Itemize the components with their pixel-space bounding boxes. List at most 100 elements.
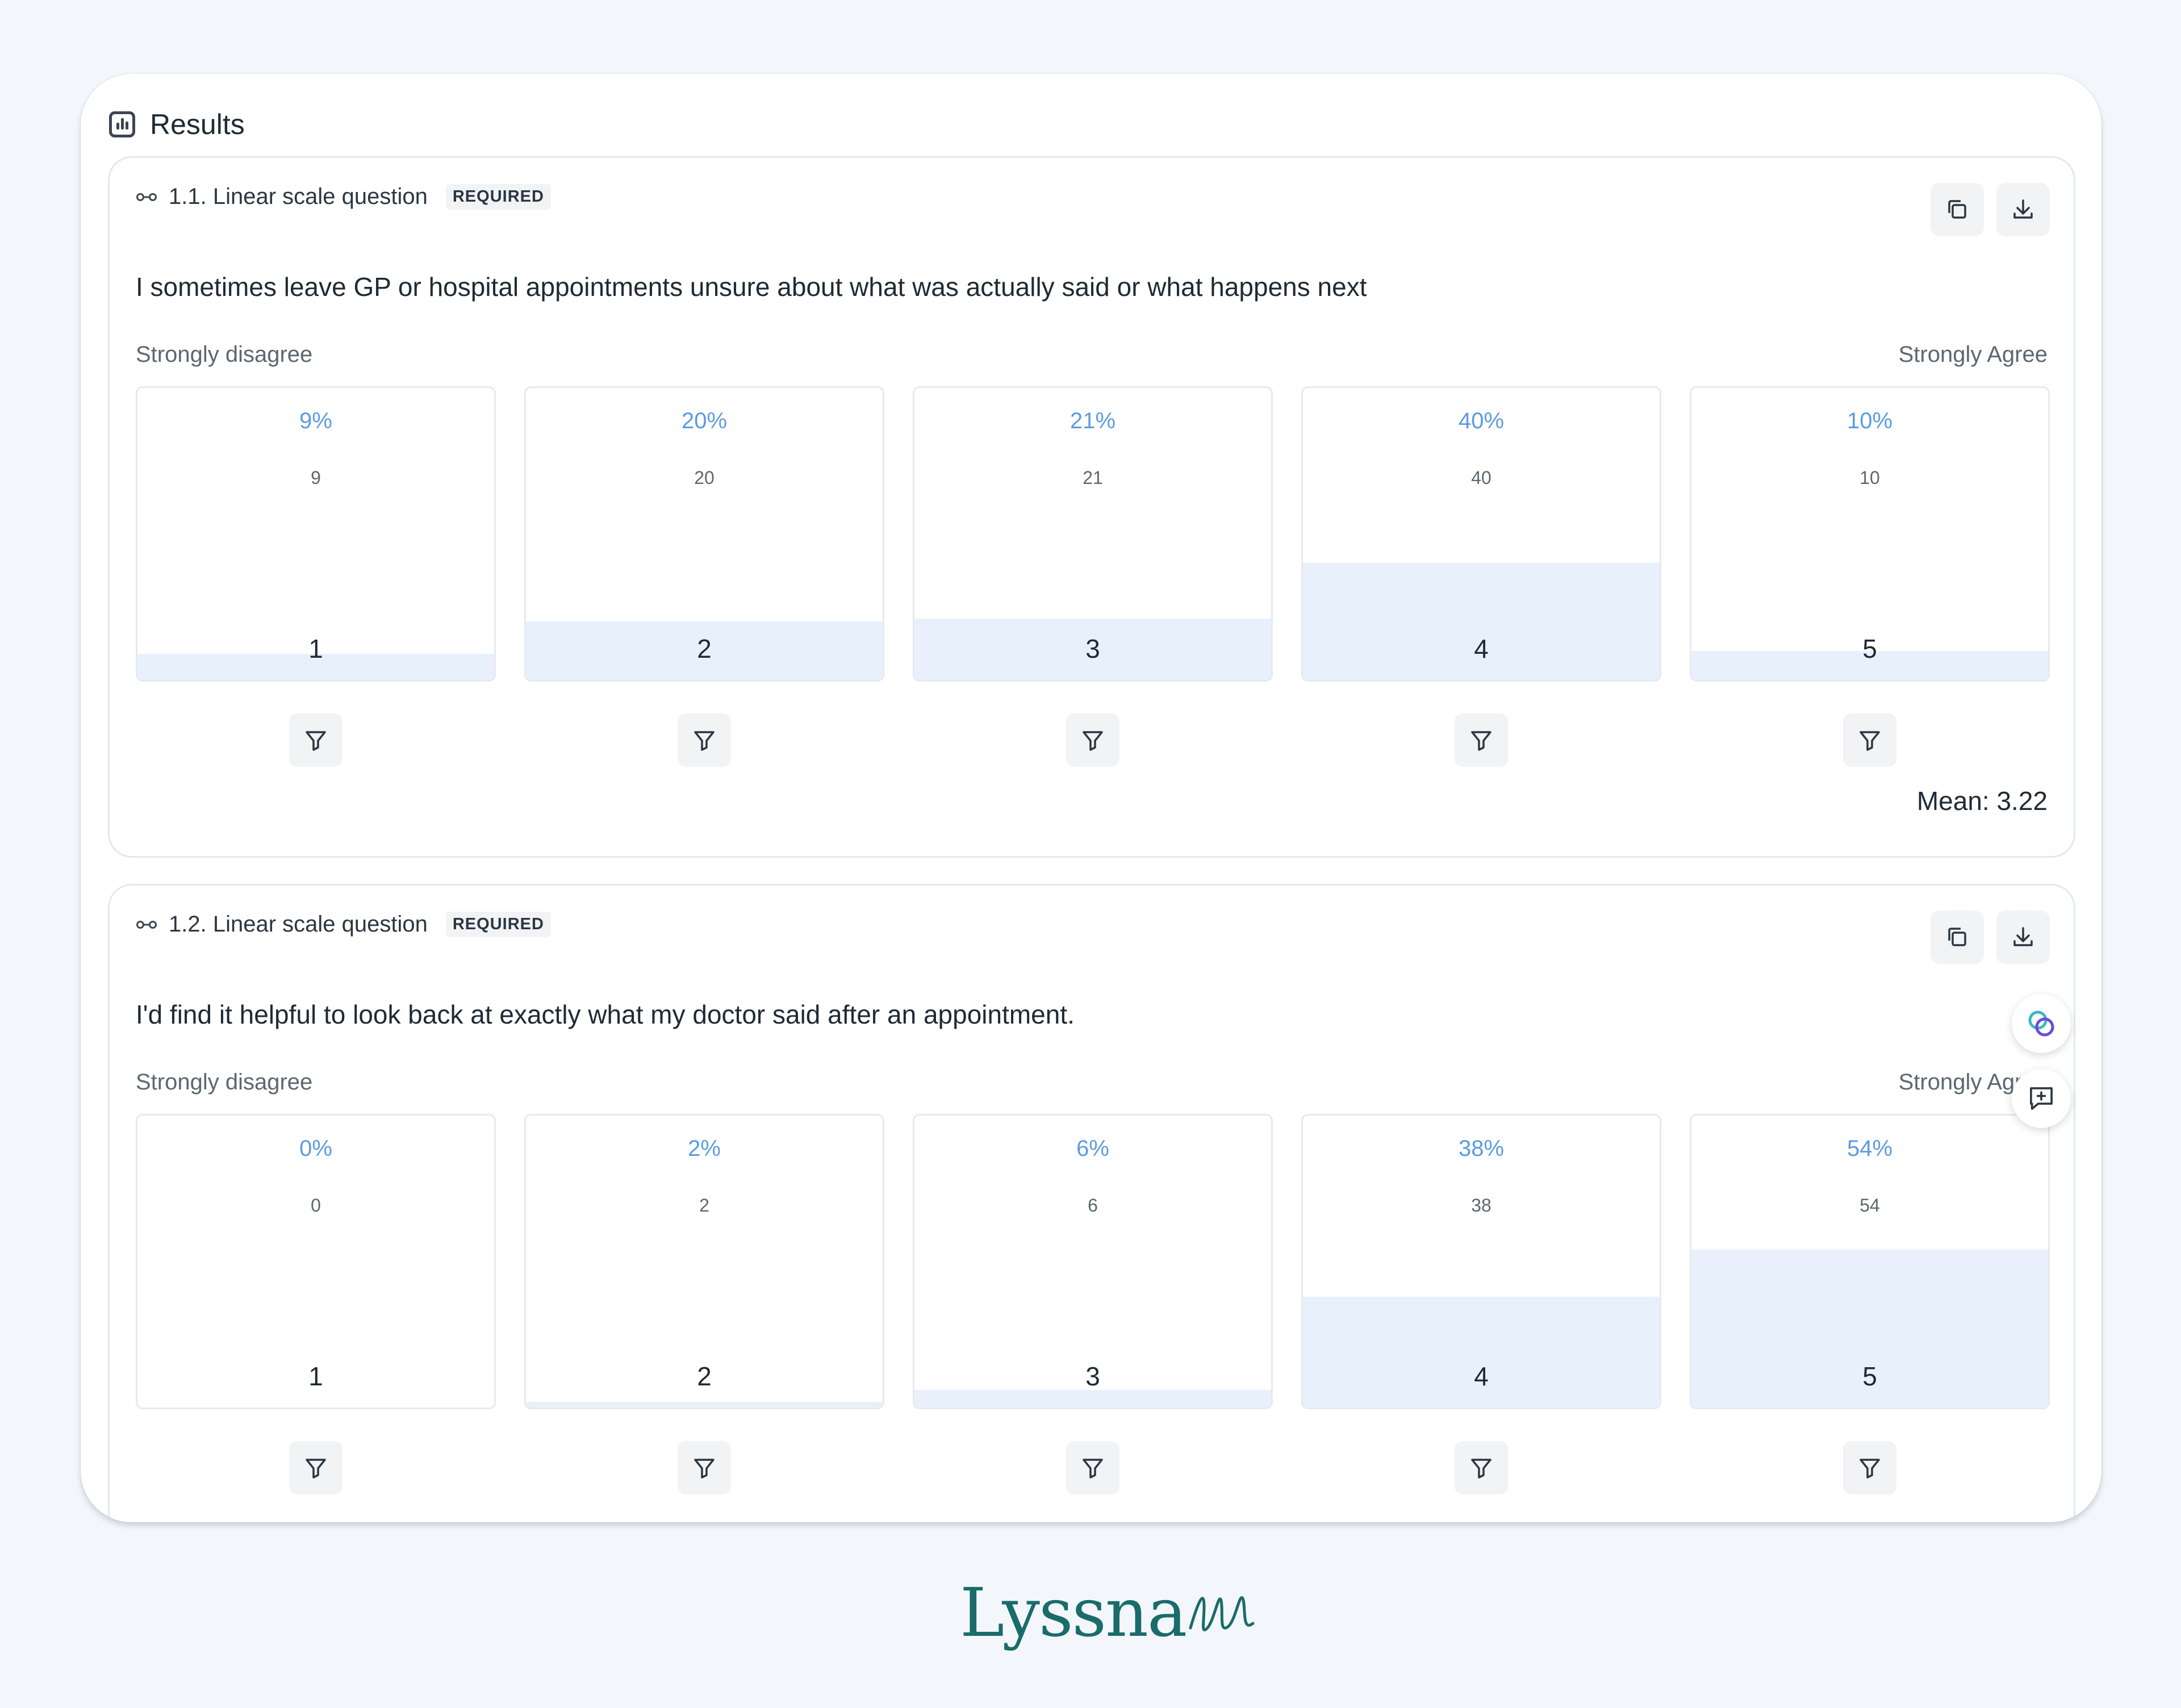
- filter-icon: [1471, 731, 1491, 751]
- response-bar: 38% 38 4: [1301, 1114, 1661, 1409]
- brand-logo: Lyssna: [960, 1573, 1255, 1652]
- question-card-2: 1.2. Linear scale question REQUIRED I'd …: [108, 884, 2075, 1522]
- bar-percentage: 21%: [1069, 408, 1116, 433]
- scale-max-label: Strongly Agree: [1898, 342, 2048, 367]
- filter-row: [136, 713, 2051, 767]
- response-bar: 10% 10 5: [1690, 386, 2050, 682]
- mean-value: Mean: 3.22: [1916, 786, 2048, 816]
- bar-count: 2: [699, 1195, 709, 1216]
- filter-icon: [1083, 1459, 1103, 1479]
- scale-value: 2: [697, 1362, 712, 1391]
- required-badge: REQUIRED: [445, 184, 551, 210]
- scale-value: 5: [1862, 634, 1877, 663]
- scale-value: 1: [308, 1362, 323, 1391]
- filter-button[interactable]: [1066, 1441, 1119, 1494]
- question-text: I sometimes leave GP or hospital appoint…: [136, 272, 1367, 302]
- filter-button[interactable]: [289, 713, 342, 767]
- filter-button[interactable]: [1066, 713, 1119, 767]
- download-button[interactable]: [1996, 911, 2050, 964]
- bar-percentage: 20%: [681, 408, 728, 433]
- bar-fill: [526, 1402, 883, 1408]
- filter-icon: [306, 731, 326, 751]
- bar-percentage: 54%: [1846, 1136, 1893, 1161]
- bar-percentage: 9%: [299, 408, 332, 433]
- filter-icon: [1860, 731, 1880, 751]
- question-actions: [1931, 911, 2050, 964]
- copy-button[interactable]: [1931, 911, 1984, 964]
- filter-button[interactable]: [1843, 713, 1896, 767]
- scale-value: 3: [1085, 1362, 1100, 1391]
- response-bar: 9% 9 1: [136, 386, 496, 682]
- response-bar: 54% 54 5: [1690, 1114, 2050, 1409]
- filter-button[interactable]: [289, 1441, 342, 1494]
- link-icon: [136, 919, 157, 930]
- scale-value: 4: [1474, 634, 1489, 663]
- bar-count: 54: [1860, 1195, 1880, 1216]
- question-label: 1.2. Linear scale question: [169, 912, 428, 937]
- response-bar: 40% 40 4: [1301, 386, 1661, 682]
- bar-count: 21: [1083, 467, 1103, 488]
- results-panel: Results 1.1. Linear scale question REQUI…: [81, 74, 2101, 1522]
- scale-value: 2: [697, 634, 712, 663]
- scale-min-label: Strongly disagree: [136, 1070, 313, 1095]
- scale-min-label: Strongly disagree: [136, 342, 313, 367]
- feedback-icon: [2030, 1087, 2053, 1110]
- link-icon: [136, 191, 157, 203]
- filter-button[interactable]: [1455, 713, 1508, 767]
- logo-wordmark: Lyssna: [960, 1573, 1187, 1652]
- filter-icon: [1083, 731, 1103, 751]
- copy-icon: [1948, 200, 1966, 219]
- question-header: 1.1. Linear scale question REQUIRED: [136, 184, 551, 210]
- bar-chart-icon: [109, 111, 135, 137]
- bar-fill: [914, 1390, 1271, 1408]
- bar-percentage: 6%: [1076, 1136, 1109, 1161]
- filter-button[interactable]: [1843, 1441, 1896, 1494]
- bar-percentage: 40%: [1458, 408, 1505, 433]
- question-text: I'd find it helpful to look back at exac…: [136, 1000, 1075, 1029]
- feedback-button[interactable]: [2012, 1069, 2071, 1128]
- results-header: Results: [109, 108, 245, 141]
- logo-squiggle-icon: [1189, 1596, 1255, 1632]
- bar-count: 40: [1471, 467, 1491, 488]
- question-label: 1.1. Linear scale question: [169, 184, 428, 209]
- question-card-1: 1.1. Linear scale question REQUIRED I so…: [108, 156, 2075, 858]
- bar-count: 0: [311, 1195, 321, 1216]
- download-icon: [2013, 927, 2033, 946]
- filter-button[interactable]: [678, 713, 731, 767]
- response-bar: 20% 20 2: [524, 386, 884, 682]
- filter-icon: [694, 731, 715, 751]
- response-bar: 6% 6 3: [913, 1114, 1273, 1409]
- bar-percentage: 2%: [688, 1136, 721, 1161]
- question-actions: [1931, 183, 2050, 236]
- scale-value: 5: [1862, 1362, 1877, 1391]
- ai-assistant-icon: [2028, 1010, 2054, 1037]
- copy-icon: [1948, 928, 1966, 946]
- bar-count: 10: [1860, 467, 1880, 488]
- scale-value: 1: [308, 634, 323, 663]
- response-bar: 21% 21 3: [913, 386, 1273, 682]
- bar-percentage: 10%: [1846, 408, 1893, 433]
- filter-icon: [306, 1459, 326, 1479]
- ai-assistant-button[interactable]: [2012, 994, 2071, 1053]
- response-bars: 0% 0 1 2% 2 2 6% 6 3 38% 38 4 54% 54 5: [136, 1114, 2051, 1409]
- scale-value: 4: [1474, 1362, 1489, 1391]
- filter-icon: [694, 1459, 715, 1479]
- filter-icon: [1860, 1459, 1880, 1479]
- bar-count: 20: [694, 467, 715, 488]
- required-badge: REQUIRED: [445, 912, 551, 937]
- filter-icon: [1471, 1459, 1491, 1479]
- filter-button[interactable]: [678, 1441, 731, 1494]
- bar-count: 6: [1088, 1195, 1098, 1216]
- copy-button[interactable]: [1931, 183, 1984, 236]
- response-bars: 9% 9 1 20% 20 2 21% 21 3 40% 40 4 10% 10…: [136, 386, 2051, 682]
- question-header: 1.2. Linear scale question REQUIRED: [136, 912, 551, 937]
- filter-row: [136, 1441, 2051, 1494]
- bar-percentage: 38%: [1458, 1136, 1505, 1161]
- download-icon: [2013, 199, 2033, 219]
- response-bar: 2% 2 2: [524, 1114, 884, 1409]
- page-title: Results: [150, 108, 245, 140]
- bar-count: 38: [1471, 1195, 1491, 1216]
- bar-percentage: 0%: [299, 1136, 332, 1161]
- download-button[interactable]: [1996, 183, 2050, 236]
- filter-button[interactable]: [1455, 1441, 1508, 1494]
